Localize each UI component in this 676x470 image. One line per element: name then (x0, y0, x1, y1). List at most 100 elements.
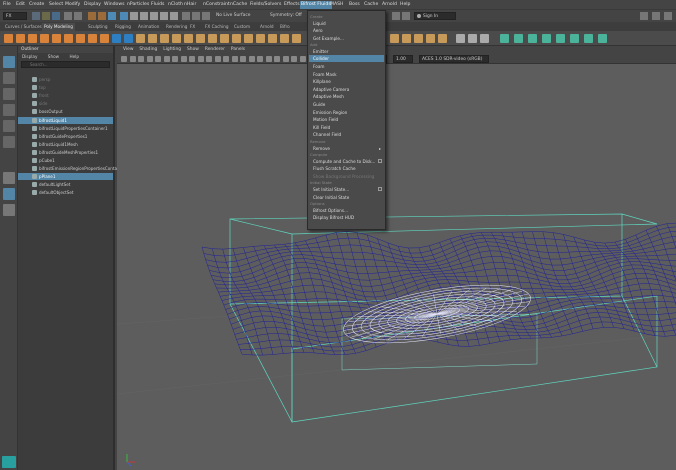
poly-sphere-icon[interactable] (4, 34, 13, 43)
viewport-tool-icon[interactable] (299, 56, 306, 62)
viewport-menu-lighting[interactable]: Lighting (163, 47, 181, 52)
live-surface-label[interactable]: No Live Surface (214, 12, 264, 20)
multi-cut-icon[interactable] (292, 34, 301, 43)
outliner-row[interactable]: bifrostLiquid1 (18, 116, 113, 124)
menu-create[interactable]: Create (29, 2, 44, 7)
menu-item-kill-field[interactable]: Kill Field (309, 124, 384, 131)
viewport-tool-icon[interactable] (121, 56, 127, 62)
snap-plane-icon[interactable] (150, 12, 158, 20)
outliner-layout-icon[interactable] (3, 204, 15, 216)
viewport-tool-icon[interactable] (282, 56, 289, 62)
sign-in-button[interactable]: Sign In (414, 12, 456, 20)
menu-mash[interactable]: MASH (330, 2, 343, 7)
snap-surface-icon[interactable] (160, 12, 168, 20)
uv-orient-icon[interactable] (570, 34, 579, 43)
menu-item-compute-and-cache-to-disk[interactable]: Compute and Cache to Disk... (309, 158, 384, 165)
menu-item-guide[interactable]: Guide (309, 101, 384, 108)
snap-grid-icon[interactable] (120, 12, 128, 20)
viewport-menu-view[interactable]: View (123, 47, 133, 52)
uv-layout-icon[interactable] (500, 34, 509, 43)
menu-nconstraint[interactable]: nConstraint (203, 2, 230, 7)
viewport-panel[interactable]: View Shading Lighting Show Renderer Panels 0.… (117, 46, 676, 470)
select-tool-icon[interactable] (3, 56, 15, 68)
uv-cut-icon[interactable] (528, 34, 537, 43)
uv-normalize-icon[interactable] (584, 34, 593, 43)
menu-fluids[interactable]: Fluids (151, 2, 164, 7)
shelf-tab-rendering[interactable]: Rendering (164, 23, 189, 31)
menu-ncache[interactable]: nCache (230, 2, 247, 7)
collapse-icon[interactable] (256, 34, 265, 43)
menu-item-foam-mask[interactable]: Foam Mask (309, 71, 384, 78)
open-scene-icon[interactable] (42, 12, 50, 20)
menu-modify[interactable]: Modify (65, 2, 80, 7)
poly-torus-icon[interactable] (52, 34, 61, 43)
snap-curve-icon[interactable] (130, 12, 138, 20)
option-box-icon[interactable] (378, 159, 382, 164)
poly-cube-icon[interactable] (16, 34, 25, 43)
menu-item-liquid[interactable]: Liquid (309, 20, 384, 27)
viewport-tool-icon[interactable] (206, 56, 212, 62)
viewport-tool-icon[interactable] (172, 56, 178, 62)
connect-icon[interactable] (280, 34, 289, 43)
planar-mapping-icon[interactable] (402, 34, 411, 43)
viewport-tool-icon[interactable] (231, 56, 238, 62)
menu-select[interactable]: Select (49, 2, 63, 7)
svg-icon[interactable] (112, 34, 121, 43)
viewport-menu-panels[interactable]: Panels (231, 47, 245, 52)
outliner-row[interactable]: persp (18, 76, 113, 83)
menu-edit[interactable]: Edit (16, 2, 25, 7)
fill-hole-icon[interactable] (232, 34, 241, 43)
viewport-tool-icon[interactable] (291, 56, 297, 62)
menu-fields-solvers[interactable]: Fields/Solvers (250, 2, 281, 7)
menu-effects[interactable]: Effects (284, 2, 300, 7)
outliner-row[interactable]: bifrostLiquid1Mesh (18, 141, 113, 148)
menu-item-aero[interactable]: Aero (309, 27, 384, 34)
uv-unfold-icon[interactable] (514, 34, 523, 43)
outliner-menu-show[interactable]: Show (48, 54, 59, 59)
pinch-icon[interactable] (480, 34, 489, 43)
uv-straighten-icon[interactable] (556, 34, 565, 43)
scale-tool-icon[interactable] (3, 136, 15, 148)
viewport-menu-show[interactable]: Show (187, 47, 199, 52)
poly-cone-icon[interactable] (40, 34, 49, 43)
menu-item-killplane[interactable]: Killplane (309, 78, 384, 85)
menu-bifrost-fluids[interactable]: Bifrost Fluids (300, 1, 332, 9)
output-ops-icon[interactable] (192, 12, 200, 20)
outliner-row[interactable]: pPlane1 (18, 173, 113, 181)
viewport-tool-icon[interactable] (138, 56, 144, 62)
symmetry-label[interactable]: Symmetry: Off (268, 12, 302, 20)
outliner-menu-help[interactable]: Help (69, 54, 79, 59)
viewport-tool-icon[interactable] (223, 56, 229, 62)
outliner-row[interactable]: bifrostEmissionRegionPropertiesContainer… (18, 165, 128, 172)
menu-item-get-example[interactable]: Get Example... (309, 35, 384, 42)
bridge-icon[interactable] (208, 34, 217, 43)
shelf-tab-fx[interactable]: FX (188, 23, 197, 31)
shelf-tab-arnold[interactable]: Arnold (258, 23, 276, 31)
outliner-row[interactable]: defaultLightSet (18, 181, 113, 188)
outliner-row[interactable]: top (18, 84, 113, 91)
viewport-tool-icon[interactable] (189, 56, 195, 62)
viewport-tool-icon[interactable] (197, 56, 204, 62)
auto-mapping-icon[interactable] (438, 34, 447, 43)
snap-point-icon[interactable] (140, 12, 148, 20)
outliner-row[interactable]: bossOutput (18, 108, 113, 115)
menu-arnold[interactable]: Arnold (382, 2, 397, 7)
sculpt-icon[interactable] (456, 34, 465, 43)
menu-item-motion-field[interactable]: Motion Field (309, 116, 384, 123)
render-icon[interactable] (392, 12, 400, 20)
menu-item-adaptive-mesh[interactable]: Adaptive Mesh (309, 93, 384, 100)
outliner-menu-display[interactable]: Display (22, 54, 37, 59)
viewport-tool-icon[interactable] (129, 56, 136, 62)
extrude-icon[interactable] (196, 34, 205, 43)
shelf-tab-custom[interactable]: Custom (232, 23, 252, 31)
menu-set-selector[interactable]: FX (3, 12, 27, 20)
menu-item-set-initial-state[interactable]: Set Initial State... (309, 186, 384, 193)
viewport-tool-icon[interactable] (214, 56, 221, 62)
target-weld-icon[interactable] (268, 34, 277, 43)
select-component-icon[interactable] (108, 12, 116, 20)
menu-item-clear-initial-state[interactable]: Clear Initial State (309, 194, 384, 201)
outliner-row[interactable]: bifrostGuideProperties1 (18, 133, 113, 140)
menu-item-display-bifrost-hud[interactable]: Display Bifrost HUD (309, 214, 384, 221)
menu-nhair[interactable]: nHair (184, 2, 196, 7)
new-scene-icon[interactable] (32, 12, 40, 20)
